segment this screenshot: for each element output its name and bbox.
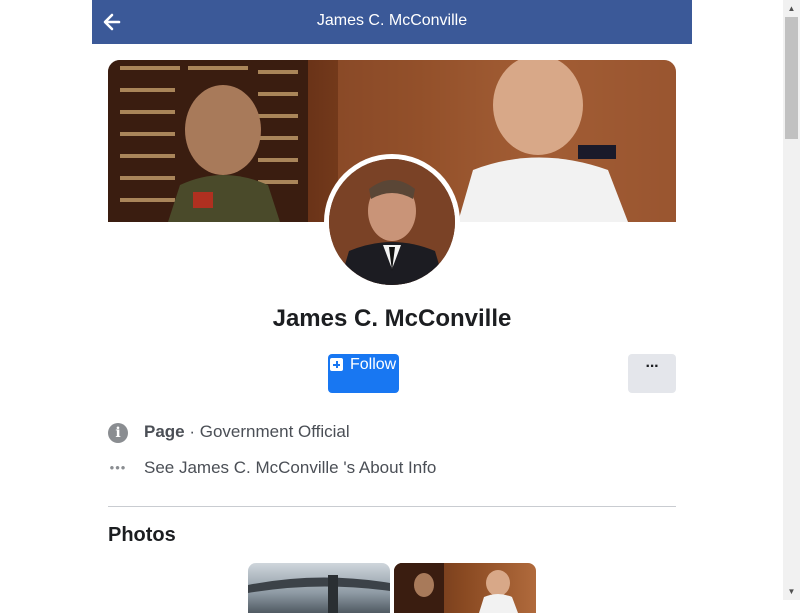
info-icon: i (108, 423, 128, 443)
profile-avatar[interactable] (324, 154, 460, 290)
vertical-scrollbar[interactable]: ▲ ▼ (783, 0, 800, 600)
more-dots-icon: ••• (109, 460, 127, 475)
more-options-label: ··· (645, 358, 660, 375)
page-title: James C. McConville (316, 12, 468, 29)
scroll-down-arrow-icon[interactable]: ▼ (783, 583, 800, 600)
about-info-row[interactable]: ••• See James C. McConville 's About Inf… (108, 458, 508, 482)
photo-thumbnail[interactable] (248, 563, 390, 613)
avatar-image (329, 159, 455, 285)
photo-thumbnail[interactable] (394, 563, 536, 613)
page-category-row: i Page · Government Official (108, 422, 508, 446)
about-info-link[interactable]: See James C. McConville 's About Info (144, 458, 436, 478)
page-type-label: Page (144, 422, 185, 441)
scroll-up-arrow-icon[interactable]: ▲ (783, 0, 800, 17)
page-category-text: Page · Government Official (144, 422, 350, 442)
scrollbar-thumb[interactable] (785, 17, 798, 139)
page-category: Government Official (199, 422, 350, 441)
profile-name: James C. McConville (272, 305, 512, 332)
follow-label: Follow (350, 356, 397, 373)
plus-square-icon (330, 358, 343, 371)
top-bar: James C. McConville (92, 0, 692, 44)
more-options-button[interactable]: ··· (628, 354, 676, 393)
photos-section-title: Photos (108, 524, 176, 546)
follow-button[interactable]: Follow (328, 354, 399, 393)
section-divider (108, 506, 676, 507)
info-separator: · (184, 422, 200, 441)
